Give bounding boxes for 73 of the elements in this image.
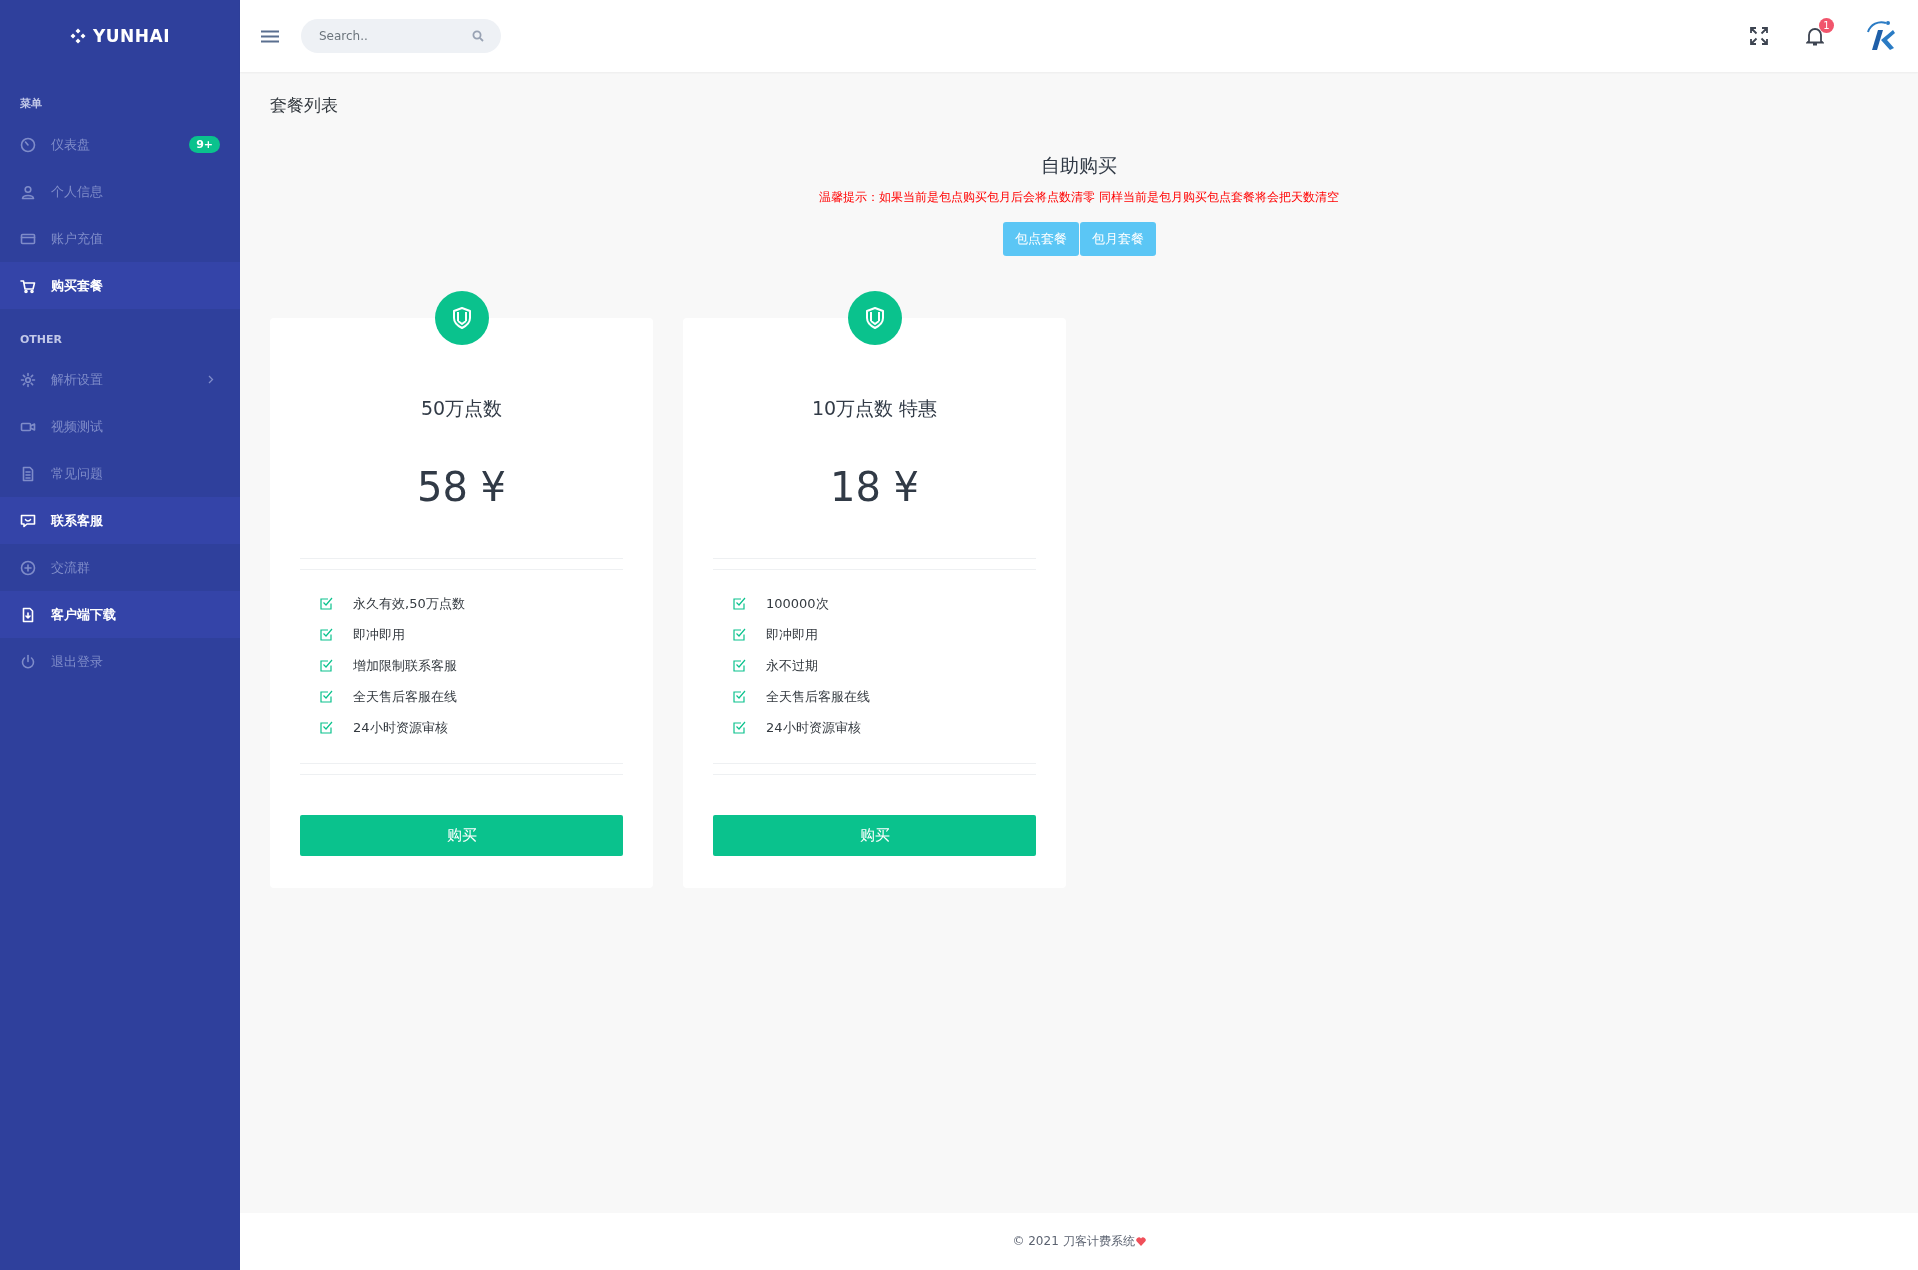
bell-icon[interactable] bbox=[1806, 26, 1824, 46]
buy-button[interactable]: 购买 bbox=[300, 815, 623, 856]
warning-notice: 温馨提示：如果当前是包点购买包月后会将点数清零 同样当前是包月购买包点套餐将会把天数清空 bbox=[818, 189, 1340, 206]
checkbox-tick-icon bbox=[320, 690, 333, 703]
feature-text: 即冲即用 bbox=[353, 625, 405, 644]
notification-badge: 1 bbox=[1819, 18, 1834, 33]
feature-text: 即冲即用 bbox=[766, 625, 818, 644]
checkbox-tick-icon bbox=[733, 690, 746, 703]
nav-heading: OTHER bbox=[19, 332, 64, 348]
heart-icon bbox=[1135, 1237, 1146, 1246]
checkbox-tick-icon bbox=[733, 721, 746, 734]
sidebar-item[interactable]: 常见问题 bbox=[0, 450, 240, 497]
sidebar-item[interactable]: 账户充值 bbox=[0, 215, 240, 262]
nav-label: 常见问题 bbox=[51, 464, 104, 483]
copyright-text: © 2021 刀客计费系统 bbox=[1012, 1233, 1135, 1250]
user-icon bbox=[20, 183, 36, 200]
sidebar-item[interactable]: 解析设置 bbox=[0, 356, 240, 403]
checkbox-tick-icon bbox=[733, 659, 746, 672]
nav-label: 视频测试 bbox=[51, 417, 104, 436]
section-heading: 自助购买 bbox=[1040, 153, 1118, 178]
feature-text: 24小时资源审核 bbox=[353, 718, 448, 737]
checkbox-tick-icon bbox=[320, 659, 333, 672]
checkbox-tick-icon bbox=[320, 628, 333, 641]
checkbox-tick-icon bbox=[733, 597, 746, 610]
sidebar-item[interactable]: 退出登录 bbox=[0, 638, 240, 685]
sidebar-item[interactable]: 联系客服 bbox=[0, 497, 240, 544]
nav-label: 交流群 bbox=[51, 558, 91, 577]
feature-text: 全天售后客服在线 bbox=[766, 687, 870, 706]
nav-label: 账户充值 bbox=[51, 229, 104, 248]
sidebar-item[interactable]: 购买套餐 bbox=[0, 262, 240, 309]
nav-label: 仪表盘 bbox=[51, 135, 91, 154]
checkbox-tick-icon bbox=[733, 628, 746, 641]
document-icon bbox=[20, 465, 36, 482]
logo-text[interactable]: YUNHAI bbox=[92, 26, 171, 46]
plan-type-button[interactable]: 包月套餐 bbox=[1079, 222, 1156, 256]
plan-title: 50万点数 bbox=[420, 396, 503, 421]
count-badge: 9+ bbox=[189, 136, 220, 153]
gauge-icon bbox=[20, 136, 36, 153]
plan-type-button[interactable]: 包点套餐 bbox=[1002, 222, 1079, 256]
feature-text: 增加限制联系客服 bbox=[353, 656, 457, 675]
checkbox-tick-icon bbox=[320, 721, 333, 734]
search-field[interactable]: Search.. bbox=[301, 19, 501, 53]
page-title: 套餐列表 bbox=[270, 94, 339, 117]
nav-label: 退出登录 bbox=[51, 652, 104, 671]
power-icon bbox=[20, 653, 36, 670]
fullscreen-icon[interactable] bbox=[1750, 27, 1768, 45]
plan-price: 58 ¥ bbox=[416, 464, 507, 510]
feature-text: 永不过期 bbox=[766, 656, 818, 675]
sidebar-item[interactable]: 个人信息 bbox=[0, 168, 240, 215]
menu-icon[interactable] bbox=[261, 29, 279, 43]
plan-title: 10万点数 特惠 bbox=[811, 396, 938, 421]
plus-circle-icon bbox=[20, 559, 36, 576]
nav-label: 客户端下载 bbox=[51, 605, 117, 624]
sidebar-item[interactable]: 交流群 bbox=[0, 544, 240, 591]
sidebar-item[interactable]: 客户端下载 bbox=[0, 591, 240, 638]
plan-price: 18 ¥ bbox=[829, 464, 920, 510]
chat-icon bbox=[20, 512, 36, 529]
feature-text: 全天售后客服在线 bbox=[353, 687, 457, 706]
feature-text: 100000次 bbox=[766, 594, 829, 613]
file-download-icon bbox=[20, 606, 36, 623]
checkbox-tick-icon bbox=[320, 597, 333, 610]
nav-label: 联系客服 bbox=[51, 511, 104, 530]
logo-icon bbox=[69, 28, 86, 44]
nav-label: 购买套餐 bbox=[51, 276, 104, 295]
feature-text: 24小时资源审核 bbox=[766, 718, 861, 737]
feature-text: 永久有效,50万点数 bbox=[353, 594, 465, 613]
nav-heading: 菜单 bbox=[19, 96, 43, 112]
nav-label: 解析设置 bbox=[51, 370, 104, 389]
buy-button[interactable]: 购买 bbox=[713, 815, 1036, 856]
cart-icon bbox=[20, 277, 36, 294]
sidebar-item[interactable]: 视频测试 bbox=[0, 403, 240, 450]
sidebar-item[interactable]: 仪表盘 9+ bbox=[0, 121, 240, 168]
nav-label: 个人信息 bbox=[51, 182, 104, 201]
